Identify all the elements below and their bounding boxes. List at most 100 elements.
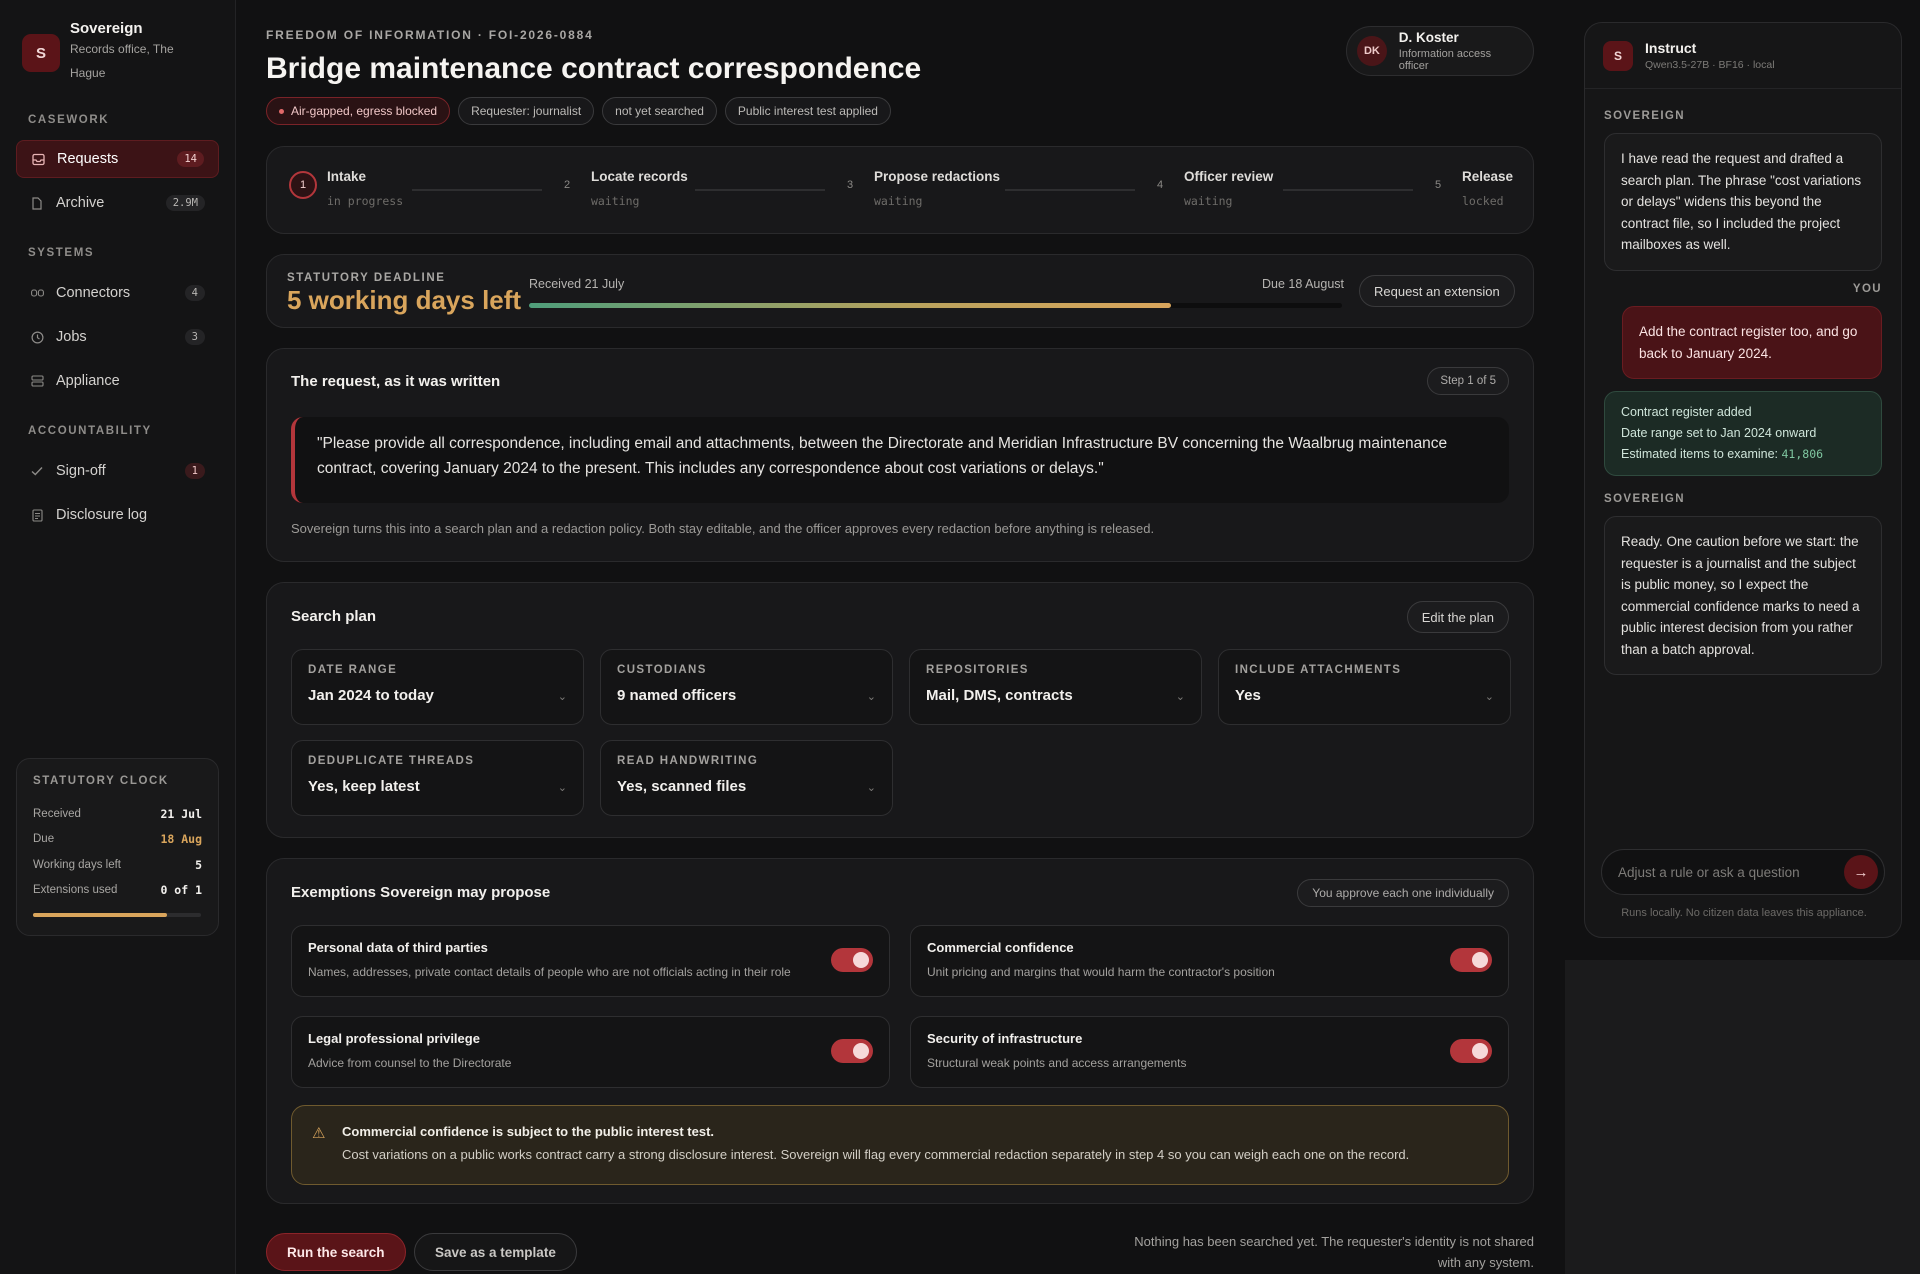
field-label: CUSTODIANS <box>617 664 707 676</box>
step-status: waiting <box>591 194 640 208</box>
toggle-knob <box>853 952 869 968</box>
deduplicate-threads-select[interactable]: DEDUPLICATE THREADS Yes, keep latest ⌄ <box>291 740 584 816</box>
sidebar-item-label: Archive <box>56 195 105 211</box>
clock-row: Working days left 5 <box>33 852 202 878</box>
exemption-infrastructure-security: Security of infrastructure Structural we… <box>910 1016 1509 1088</box>
user-role: Information access officer <box>1398 48 1492 72</box>
check-icon <box>30 464 44 478</box>
step-status: in progress <box>327 194 404 208</box>
date-range-select[interactable]: DATE RANGE Jan 2024 to today ⌄ <box>291 649 584 725</box>
field-label: REPOSITORIES <box>926 664 1029 676</box>
confirmation-line: Contract register added <box>1621 405 1752 419</box>
inbox-icon <box>31 152 45 166</box>
exemption-toggle[interactable] <box>831 1039 873 1063</box>
repositories-select[interactable]: REPOSITORIES Mail, DMS, contracts ⌄ <box>909 649 1202 725</box>
request-note: Sovereign turns this into a search plan … <box>291 521 1155 536</box>
page-title: Bridge maintenance contract corresponden… <box>266 52 922 85</box>
privacy-footnote: Nothing has been searched yet. The reque… <box>1134 1234 1534 1270</box>
search-plan-card: Search plan Edit the plan DATE RANGE Jan… <box>266 582 1534 838</box>
exemptions-card: Exemptions Sovereign may propose You app… <box>266 858 1534 1204</box>
chevron-down-icon: ⌄ <box>557 782 567 794</box>
pill-label: Air-gapped, egress blocked <box>291 104 438 118</box>
clock-label: Extensions used <box>33 884 118 897</box>
log-icon <box>30 508 44 522</box>
step-intake[interactable]: 1 Intake in progress <box>289 169 404 208</box>
user-menu[interactable]: DK D. Koster Information access officer <box>1346 26 1534 76</box>
sidebar-item-appliance[interactable]: Appliance <box>16 362 219 400</box>
sidebar-item-disclosure-log[interactable]: Disclosure log <box>16 496 219 534</box>
status-badge-air-gapped: Air-gapped, egress blocked <box>266 97 451 125</box>
statutory-clock-panel: STATUTORY CLOCK Received 21 Jul Due 18 Aug… <box>16 758 219 936</box>
exemption-toggle[interactable] <box>1450 1039 1492 1063</box>
toggle-knob <box>1472 952 1488 968</box>
step-number: 2 <box>563 179 571 191</box>
exemption-description: Names, addresses, private contact detail… <box>308 965 791 979</box>
sidebar-item-label: Jobs <box>56 329 87 345</box>
field-value: Yes <box>1235 687 1261 704</box>
sidebar-item-label: Connectors <box>56 285 131 301</box>
estimate-count: 41,806 <box>1781 447 1824 461</box>
run-search-button[interactable]: Run the search <box>266 1233 406 1271</box>
workflow-stepper: 1 Intake in progress 2 Locate records wait… <box>266 146 1534 234</box>
exemption-title: Commercial confidence <box>927 940 1074 955</box>
exemption-title: Legal professional privilege <box>308 1031 480 1046</box>
sender-label: YOU <box>1852 283 1882 295</box>
sender-label: SOVEREIGN <box>1604 493 1685 505</box>
brand: S Sovereign Records office, The Hague <box>22 20 190 85</box>
sender-label: SOVEREIGN <box>1604 110 1685 122</box>
clock-value: 18 Aug <box>160 832 202 847</box>
clock-value: 5 <box>195 857 202 872</box>
exemption-toggle[interactable] <box>831 948 873 972</box>
step-locate-records[interactable]: 2 Locate records waiting <box>553 169 688 208</box>
chat-composer: → <box>1601 849 1885 895</box>
sidebar-item-connectors[interactable]: Connectors 4 <box>16 274 219 312</box>
send-arrow-icon[interactable]: → <box>1844 855 1878 889</box>
field-label: INCLUDE ATTACHMENTS <box>1235 664 1402 676</box>
file-icon <box>30 196 44 210</box>
field-value: Yes, keep latest <box>308 778 420 795</box>
warning-title: Commercial confidence is subject to the … <box>342 1124 715 1139</box>
approval-note-badge: You approve each one individually <box>1297 879 1509 907</box>
sidebar-item-jobs[interactable]: Jobs 3 <box>16 318 219 356</box>
custodians-select[interactable]: CUSTODIANS 9 named officers ⌄ <box>600 649 893 725</box>
step-propose-redactions[interactable]: 3 Propose redactions waiting <box>836 169 1000 208</box>
chevron-down-icon: ⌄ <box>866 782 876 794</box>
read-handwriting-select[interactable]: READ HANDWRITING Yes, scanned files ⌄ <box>600 740 893 816</box>
request-title: The request, as it was written <box>291 373 501 390</box>
request-extension-button[interactable]: Request an extension <box>1359 275 1515 307</box>
clock-value: 21 Jul <box>160 806 202 821</box>
assistant-logo: S <box>1603 40 1633 71</box>
instruct-panel: S Instruct Qwen3.5-27B · BF16 · local SO… <box>1584 22 1902 938</box>
status-pills: Air-gapped, egress blocked Requester: jo… <box>266 97 891 125</box>
step-release[interactable]: 5 Release locked <box>1424 169 1513 208</box>
count-badge: 2.9M <box>165 195 205 211</box>
exemption-toggle[interactable] <box>1450 948 1492 972</box>
step-number: 5 <box>1434 179 1442 191</box>
step-title: Locate records <box>591 169 688 184</box>
status-badge-requester: Requester: journalist <box>458 97 595 125</box>
include-attachments-select[interactable]: INCLUDE ATTACHMENTS Yes ⌄ <box>1218 649 1511 725</box>
step-status: locked <box>1462 194 1504 208</box>
exemption-commercial-confidence: Commercial confidence Unit pricing and m… <box>910 925 1509 997</box>
exemption-description: Structural weak points and access arrang… <box>927 1056 1187 1070</box>
warning-icon: ⚠ <box>312 1125 326 1142</box>
chat-input[interactable] <box>1618 864 1844 880</box>
request-quote: "Please provide all correspondence, incl… <box>291 417 1509 503</box>
edit-plan-button[interactable]: Edit the plan <box>1406 601 1509 633</box>
clock-row: Due 18 Aug <box>33 827 202 853</box>
sidebar-item-requests[interactable]: Requests 14 <box>16 140 219 178</box>
sidebar-item-label: Requests <box>57 151 119 167</box>
step-badge: Step 1 of 5 <box>1427 367 1509 395</box>
clock-row: Received 21 Jul <box>33 801 202 827</box>
case-reference: FREEDOM OF INFORMATION · FOI-2026-0884 <box>266 28 594 42</box>
brand-name: Sovereign <box>70 20 143 37</box>
step-officer-review[interactable]: 4 Officer review waiting <box>1146 169 1273 208</box>
field-value: Yes, scanned files <box>617 778 747 795</box>
step-connector <box>412 189 542 191</box>
count-badge: 4 <box>184 285 205 301</box>
sidebar-item-sign-off[interactable]: Sign-off 1 <box>16 452 219 490</box>
save-template-button[interactable]: Save as a template <box>414 1233 577 1271</box>
count-badge: 1 <box>184 463 205 479</box>
instruct-header: S Instruct Qwen3.5-27B · BF16 · local <box>1585 23 1901 89</box>
sidebar-item-archive[interactable]: Archive 2.9M <box>16 184 219 222</box>
